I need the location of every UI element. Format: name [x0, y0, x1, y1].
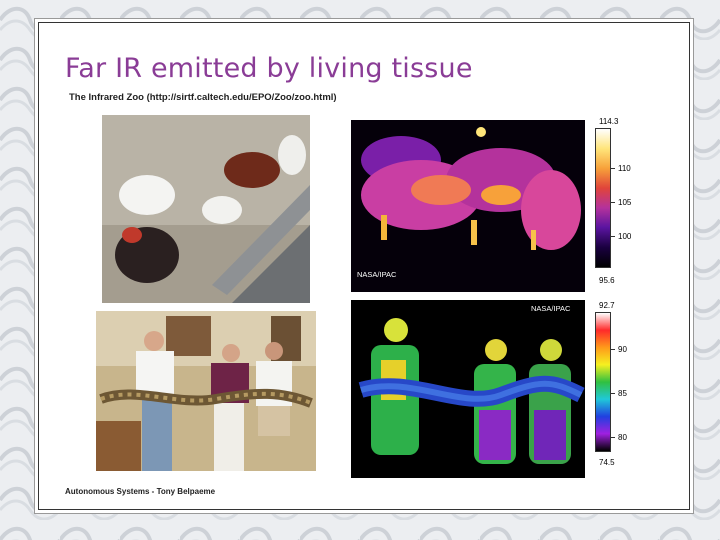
chickens-scale-min-label: 95.6 [599, 276, 615, 285]
chickens-thermal-image: NASA/IPAC [351, 120, 585, 292]
people-temperature-scale: 92.7 90 85 80 74.5 [585, 300, 647, 478]
slide-subtitle-link-text: The Infrared Zoo (http://sirtf.caltech.e… [69, 92, 337, 103]
chickens-temperature-scale: 114.3 110 105 100 95.6 [585, 117, 647, 292]
people-thermal-image: NASA/IPAC [351, 300, 585, 478]
slide-footer: Autonomous Systems - Tony Belpaeme [65, 487, 216, 496]
chickens-scale-colorbar [595, 128, 611, 268]
people-scale-tick [611, 349, 615, 350]
people-scale-label: 85 [618, 389, 627, 398]
chickens-scale-max-label: 114.3 [599, 117, 619, 126]
people-scale-max-label: 92.7 [599, 301, 615, 310]
chickens-scale-label: 110 [618, 164, 631, 173]
chickens-thermal-credit: NASA/IPAC [357, 270, 397, 279]
slide: Far IR emitted by living tissue The Infr… [38, 22, 690, 510]
people-scale-min-label: 74.5 [599, 458, 615, 467]
people-scale-label: 90 [618, 345, 627, 354]
people-holding-python-photo [96, 311, 316, 471]
people-scale-label: 80 [618, 433, 627, 442]
chickens-scale-tick [611, 202, 615, 203]
chickens-scale-label: 100 [618, 232, 632, 241]
chickens-scale-tick [611, 168, 615, 169]
chickens-photo [102, 115, 310, 303]
chickens-scale-label: 105 [618, 198, 632, 207]
chickens-scale-tick [611, 236, 615, 237]
people-scale-colorbar [595, 312, 611, 452]
people-scale-tick [611, 393, 615, 394]
people-scale-tick [611, 437, 615, 438]
slide-title: Far IR emitted by living tissue [65, 53, 473, 84]
people-thermal-credit: NASA/IPAC [531, 304, 571, 313]
